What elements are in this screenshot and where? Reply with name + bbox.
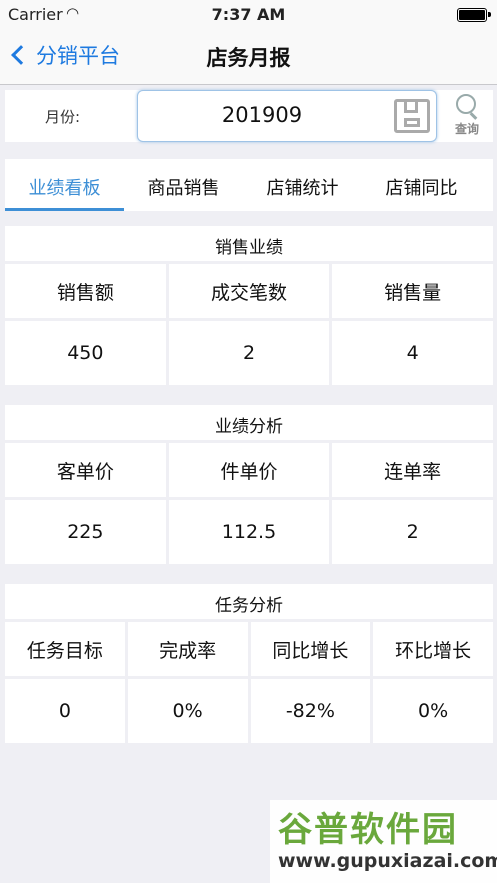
value-avg-item-price: 112.5	[168, 500, 330, 564]
value-order-count: 2	[168, 321, 330, 385]
status-bar: Carrier ◠ 7:37 AM	[0, 0, 497, 30]
tab-product-sales[interactable]: 商品销售	[124, 159, 243, 211]
header-mom-growth: 环比增长	[373, 622, 493, 676]
value-mom-growth: 0%	[373, 679, 493, 743]
month-input[interactable]: 201909	[137, 90, 437, 142]
tab-store-stats[interactable]: 店铺统计	[243, 159, 362, 211]
header-avg-item-price: 件单价	[168, 443, 330, 497]
month-input-value: 201909	[221, 103, 303, 127]
value-completion-rate: 0%	[127, 679, 248, 743]
sales-performance-section: 销售业绩 销售额 成交笔数 销售量 450 2 4	[5, 226, 493, 385]
month-label: 月份:	[45, 108, 81, 126]
section-title: 任务分析	[5, 584, 493, 619]
header-items-per-order: 连单率	[332, 443, 493, 497]
save-icon[interactable]	[394, 99, 430, 133]
header-sales-amount: 销售额	[5, 264, 166, 318]
task-analysis-section: 任务分析 任务目标 完成率 同比增长 环比增长 0 0% -82% 0%	[5, 584, 493, 743]
value-sales-quantity: 4	[332, 321, 493, 385]
search-button-label: 查询	[454, 122, 479, 136]
watermark-url: www.gupuxiazai.com	[278, 850, 497, 872]
header-task-target: 任务目标	[5, 622, 125, 676]
back-button[interactable]: 分销平台	[8, 40, 120, 70]
tab-bar: 业绩看板 商品销售 店铺统计 店铺同比	[5, 159, 493, 211]
watermark-logo-text: 谷普软件园	[278, 810, 458, 850]
header-yoy-growth: 同比增长	[250, 622, 371, 676]
value-avg-order-value: 225	[5, 500, 166, 564]
search-button[interactable]: 查询	[446, 94, 488, 138]
section-title: 业绩分析	[5, 405, 493, 440]
back-button-label: 分销平台	[36, 44, 120, 68]
tab-performance[interactable]: 业绩看板	[5, 159, 124, 211]
month-filter-row: 月份: 201909 查询	[5, 90, 493, 142]
header-avg-order-value: 客单价	[5, 443, 166, 497]
battery-icon	[457, 8, 491, 22]
performance-analysis-section: 业绩分析 客单价 件单价 连单率 225 112.5 2	[5, 405, 493, 564]
value-items-per-order: 2	[332, 500, 493, 564]
search-icon	[456, 94, 476, 114]
value-sales-amount: 450	[5, 321, 166, 385]
chevron-left-icon	[11, 45, 31, 65]
value-yoy-growth: -82%	[250, 679, 371, 743]
header-sales-quantity: 销售量	[332, 264, 493, 318]
section-title: 销售业绩	[5, 226, 493, 261]
value-task-target: 0	[5, 679, 125, 743]
header-order-count: 成交笔数	[168, 264, 330, 318]
tab-store-comparison[interactable]: 店铺同比	[362, 159, 481, 211]
header-completion-rate: 完成率	[127, 622, 248, 676]
watermark: 谷普软件园 www.gupuxiazai.com	[270, 800, 497, 883]
navigation-bar: 分销平台 店务月报	[0, 30, 497, 85]
status-time: 7:37 AM	[211, 5, 286, 24]
